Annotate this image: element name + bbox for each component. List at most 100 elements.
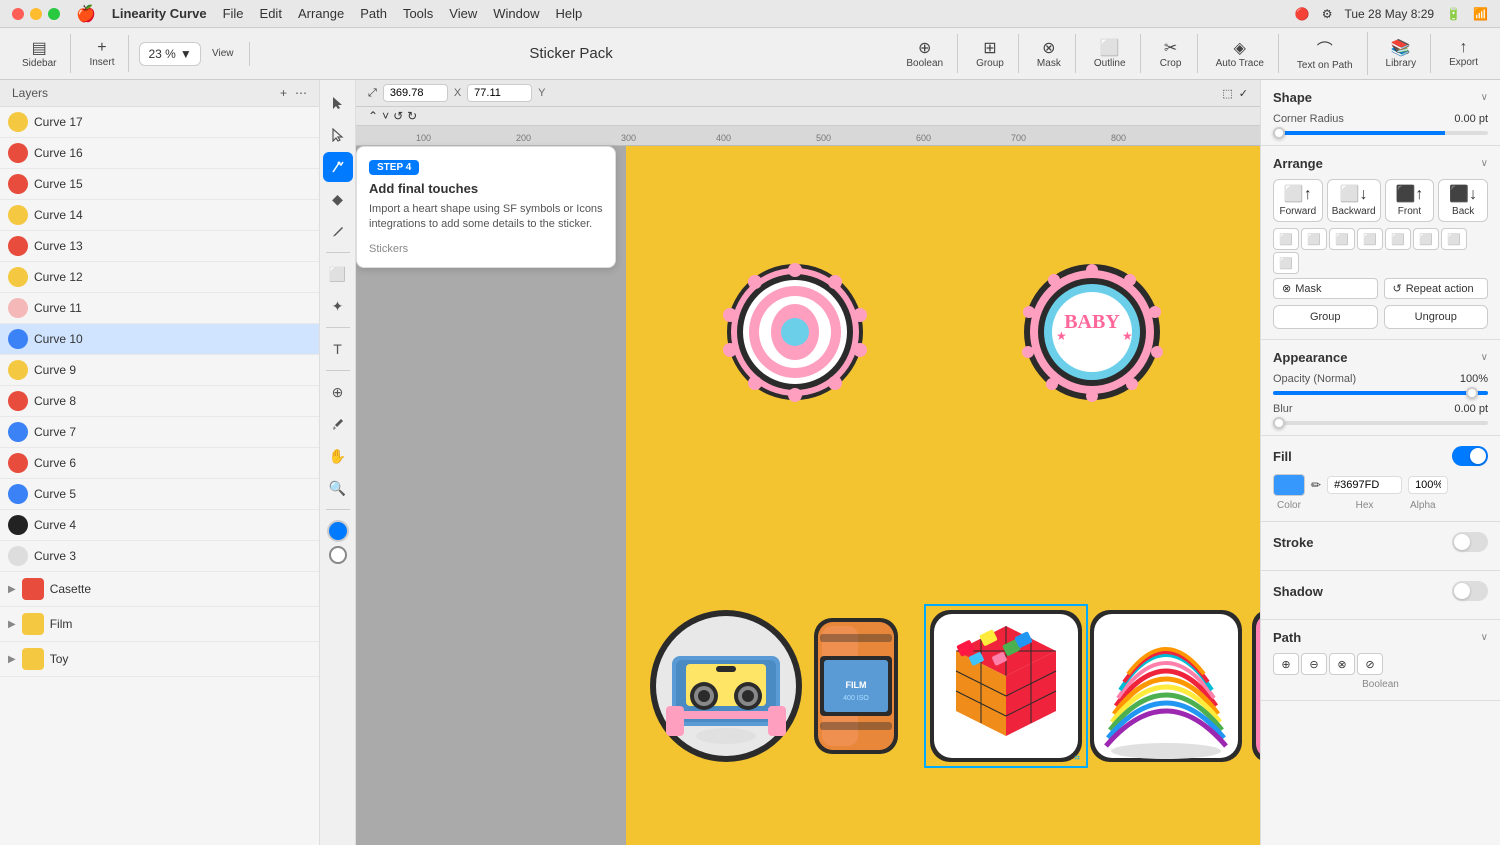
x-coord-input[interactable] [383, 84, 448, 102]
front-button[interactable]: ⬛↑ Front [1385, 179, 1435, 222]
sticker-canvas[interactable]: BABY ★ ★ [626, 146, 1260, 845]
blur-slider[interactable] [1273, 421, 1488, 425]
rotate-right[interactable]: ↻ [407, 109, 417, 123]
fill-alpha-input[interactable] [1408, 476, 1448, 494]
insert-button[interactable]: + Insert [81, 35, 122, 72]
stroke-toggle[interactable] [1452, 532, 1488, 552]
repeat-action-button[interactable]: ↺ Repeat action [1384, 278, 1489, 299]
minimize-button[interactable] [30, 8, 42, 20]
more-options-icon[interactable]: ⋯ [295, 86, 307, 100]
menu-window[interactable]: Window [493, 6, 539, 21]
menu-arrange[interactable]: Arrange [298, 6, 344, 21]
rubiks-sticker[interactable]: ⌗ [926, 606, 1086, 766]
fill-color[interactable] [327, 520, 349, 542]
path-subtract-button[interactable]: ⊖ [1301, 653, 1327, 675]
fill-toggle[interactable] [1452, 446, 1488, 466]
y-coord-input[interactable] [467, 84, 532, 102]
zoom-tool[interactable]: 🔍 [323, 473, 353, 503]
distribute-h-button[interactable]: ⬜ [1441, 228, 1467, 250]
ungroup-button-panel[interactable]: Ungroup [1384, 305, 1489, 329]
stroke-color[interactable] [329, 546, 347, 564]
corner-radius-slider[interactable] [1273, 131, 1488, 135]
menu-file[interactable]: File [223, 6, 244, 21]
maximize-button[interactable] [48, 8, 60, 20]
export-button[interactable]: ↑ Export [1441, 35, 1486, 72]
group-button-panel[interactable]: Group [1273, 305, 1378, 329]
backward-button[interactable]: ⬜↓ Backward [1327, 179, 1381, 222]
layer-item-10[interactable]: Curve 10 [0, 324, 319, 355]
align-right-button[interactable]: ⬜ [1329, 228, 1355, 250]
layer-item-14[interactable]: Curve 14 [0, 200, 319, 231]
shape-chevron[interactable]: ∨ [1481, 92, 1488, 103]
fill-color-swatch[interactable] [1273, 474, 1305, 496]
path-intersect-button[interactable]: ⊗ [1329, 653, 1355, 675]
layer-item-13[interactable]: Curve 13 [0, 231, 319, 262]
blur-thumb[interactable] [1273, 417, 1285, 429]
text-on-path-button[interactable]: ⌒ Text on Path [1289, 32, 1361, 75]
up-arrow[interactable]: ⌃ [368, 109, 378, 123]
down-arrow-up[interactable]: ˅ [382, 109, 389, 123]
pencil-tool[interactable] [323, 216, 353, 246]
crop-button[interactable]: ✂ Crop [1151, 34, 1191, 73]
zoom-control[interactable]: 23 % ▼ [139, 42, 200, 66]
fill-hex-input[interactable] [1327, 476, 1402, 494]
hand-tool[interactable]: ✋ [323, 441, 353, 471]
path-exclude-button[interactable]: ⊘ [1357, 653, 1383, 675]
layer-item-5[interactable]: Curve 5 [0, 479, 319, 510]
direct-select-tool[interactable] [323, 120, 353, 150]
anchor-tool[interactable]: ◆ [323, 184, 353, 214]
opacity-thumb[interactable] [1466, 387, 1478, 399]
shadow-toggle[interactable] [1452, 581, 1488, 601]
group-button[interactable]: ⊞ Group [968, 34, 1012, 73]
library-button[interactable]: 📚 Library [1378, 34, 1425, 73]
layer-item-17[interactable]: Curve 17 [0, 107, 319, 138]
forward-button[interactable]: ⬜↑ Forward [1273, 179, 1323, 222]
close-button[interactable] [12, 8, 24, 20]
opacity-slider[interactable] [1273, 391, 1488, 395]
align-left-button[interactable]: ⬜ [1273, 228, 1299, 250]
pen-tool[interactable] [323, 152, 353, 182]
sidebar-toggle-button[interactable]: ▤ Sidebar [14, 34, 64, 73]
corner-radius-thumb[interactable] [1273, 127, 1285, 139]
layer-group-toy[interactable]: ▶Toy [0, 642, 319, 677]
outline-button[interactable]: ⬜ Outline [1086, 34, 1134, 73]
layer-item-4[interactable]: Curve 4 [0, 510, 319, 541]
shape-tool[interactable]: ⬜ [323, 259, 353, 289]
mask-button-row[interactable]: ⊗ Mask [1273, 278, 1378, 299]
menu-tools[interactable]: Tools [403, 6, 433, 21]
eyedropper-tool[interactable] [323, 409, 353, 439]
menu-view[interactable]: View [449, 6, 477, 21]
layer-group-film[interactable]: ▶Film [0, 607, 319, 642]
type-tool[interactable]: T [323, 334, 353, 364]
appearance-chevron[interactable]: ∨ [1481, 352, 1488, 363]
layer-item-11[interactable]: Curve 11 [0, 293, 319, 324]
arrange-chevron[interactable]: ∨ [1481, 158, 1488, 169]
confirm-icon[interactable]: ✓ [1239, 87, 1248, 100]
layer-item-16[interactable]: Curve 16 [0, 138, 319, 169]
distribute-v-button[interactable]: ⬜ [1273, 252, 1299, 274]
select-tool[interactable] [323, 88, 353, 118]
layer-item-12[interactable]: Curve 12 [0, 262, 319, 293]
add-layer-button[interactable]: + [280, 86, 287, 100]
layer-item-7[interactable]: Curve 7 [0, 417, 319, 448]
align-top-button[interactable]: ⬜ [1357, 228, 1383, 250]
align-bottom-button[interactable]: ⬜ [1413, 228, 1439, 250]
rotate-left[interactable]: ↺ [393, 109, 403, 123]
back-button[interactable]: ⬛↓ Back [1438, 179, 1488, 222]
align-center-v-button[interactable]: ⬜ [1385, 228, 1411, 250]
layer-item-6[interactable]: Curve 6 [0, 448, 319, 479]
apple-menu[interactable]: 🍎 [76, 4, 96, 24]
boolean-button[interactable]: ⊕ Boolean [898, 34, 951, 73]
menu-help[interactable]: Help [556, 6, 583, 21]
layer-item-9[interactable]: Curve 9 [0, 355, 319, 386]
constrain-proportions-icon[interactable]: ⬚ [1222, 87, 1232, 100]
layer-item-15[interactable]: Curve 15 [0, 169, 319, 200]
layer-group-casette[interactable]: ▶Casette [0, 572, 319, 607]
canvas-area[interactable]: ⤢ X Y ⬚ ✓ ⌃ ˅ ↺ ↻ 100 200 300 400 500 [356, 80, 1260, 845]
canvas-content[interactable]: STEP 4 Add final touches Import a heart … [356, 146, 1260, 845]
view-button[interactable]: View [203, 44, 243, 63]
menu-path[interactable]: Path [360, 6, 387, 21]
transform-tool[interactable]: ⊕ [323, 377, 353, 407]
align-center-h-button[interactable]: ⬜ [1301, 228, 1327, 250]
layer-item-8[interactable]: Curve 8 [0, 386, 319, 417]
